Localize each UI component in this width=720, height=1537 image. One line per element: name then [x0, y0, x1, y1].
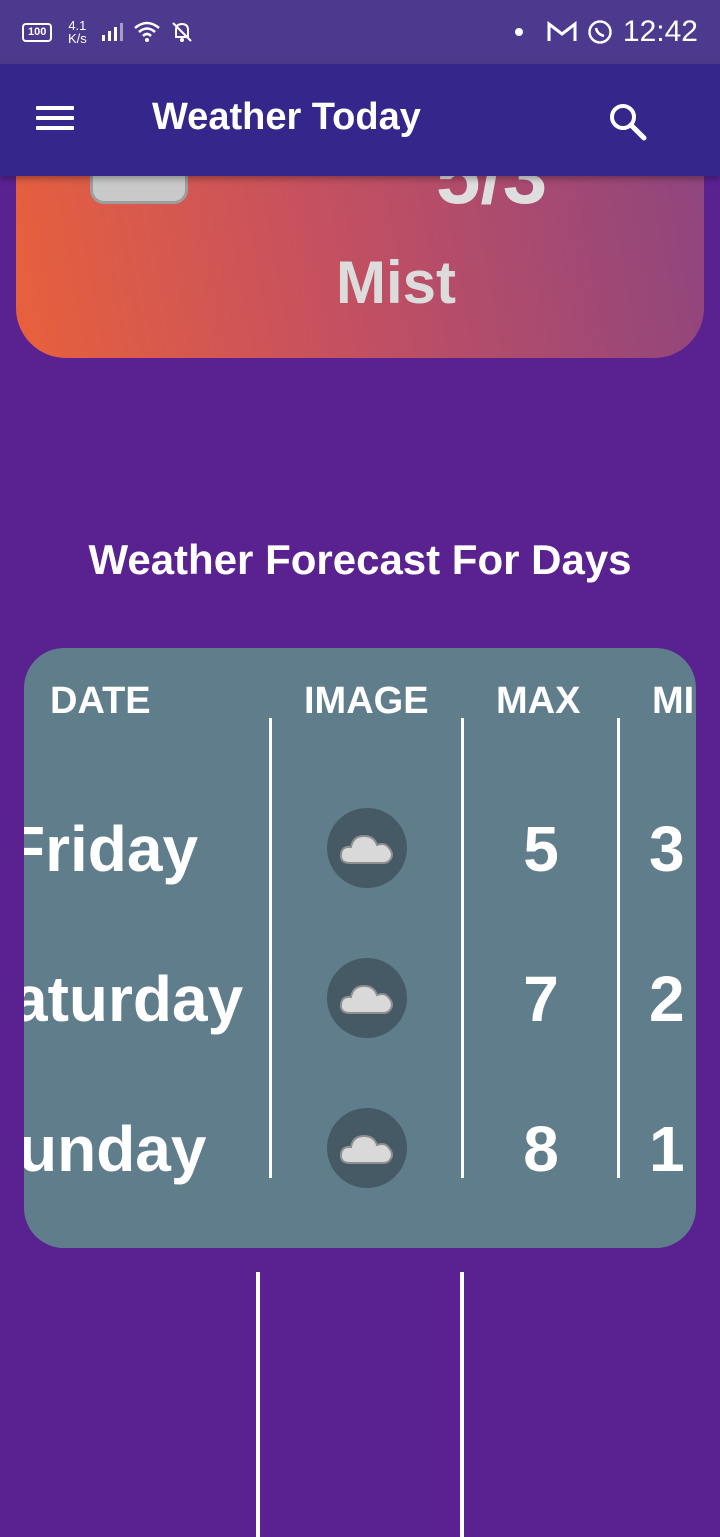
column-divider — [269, 718, 272, 1178]
menu-icon[interactable] — [36, 106, 76, 134]
status-right: 12:42 — [514, 15, 698, 49]
column-divider — [256, 1272, 260, 1537]
app-title: Weather Today — [152, 96, 421, 138]
app-bar: Weather Today — [0, 64, 720, 176]
weather-description: Mist — [336, 249, 456, 316]
column-header-max: MAX — [496, 680, 581, 722]
forecast-table[interactable]: DATE IMAGE MAX MI Friday 5 3 aturday 7 2… — [24, 648, 696, 1248]
whatsapp-icon — [588, 20, 612, 44]
column-header-image: IMAGE — [304, 680, 429, 722]
battery-icon: 100 — [22, 22, 53, 42]
table-row-day: unday — [24, 1113, 207, 1185]
signal-icon — [102, 23, 124, 41]
table-row-day: Friday — [24, 813, 199, 885]
cloud-icon — [327, 958, 407, 1038]
cloud-icon — [327, 808, 407, 888]
table-cell-max: 7 — [523, 963, 559, 1035]
search-icon[interactable] — [606, 100, 650, 144]
column-header-min: MI — [652, 680, 695, 722]
column-divider — [461, 718, 464, 1178]
notification-dot-icon — [514, 28, 523, 36]
table-row-day: aturday — [24, 963, 244, 1035]
column-header-date: DATE — [50, 680, 151, 722]
clock: 12:42 — [622, 15, 698, 48]
wifi-icon — [134, 21, 161, 42]
table-cell-max: 8 — [523, 1113, 559, 1185]
net-speed: 4.1 K/s — [62, 19, 92, 45]
forecast-title: Weather Forecast For Days — [88, 536, 632, 583]
table-cell-min: 2 — [649, 963, 685, 1035]
status-bar: 100 4.1 K/s 12:42 — [0, 0, 720, 64]
net-speed-unit: K/s — [67, 31, 87, 46]
table-cell-max: 5 — [523, 813, 559, 885]
column-divider — [617, 718, 620, 1178]
table-cell-min: 1 — [649, 1113, 685, 1185]
table-cell-min: 3 — [649, 813, 685, 885]
cloud-icon — [327, 1108, 407, 1188]
mute-icon — [172, 22, 193, 42]
status-left: 100 4.1 K/s — [22, 19, 194, 45]
gmail-icon — [547, 21, 577, 41]
column-divider — [460, 1272, 464, 1537]
